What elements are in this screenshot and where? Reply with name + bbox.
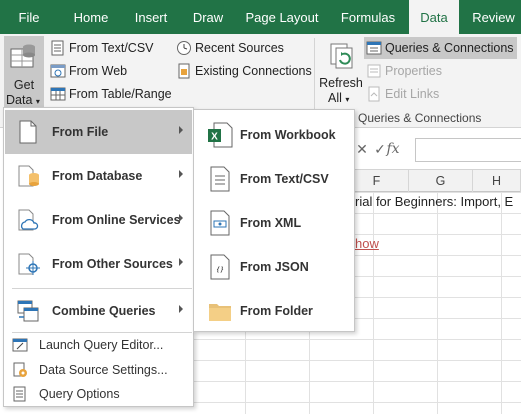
from-table-range-button[interactable]: From Table/Range bbox=[50, 83, 172, 105]
menu-item-combine-queries[interactable]: Combine Queries bbox=[5, 289, 192, 333]
edit-links-button[interactable]: Edit Links bbox=[366, 83, 439, 105]
cloud-icon bbox=[18, 209, 39, 231]
menu-item-data-source-settings[interactable]: Data Source Settings... bbox=[5, 358, 192, 382]
queries-connections-button[interactable]: Queries & Connections bbox=[364, 37, 517, 59]
submenu-arrow-icon bbox=[179, 126, 183, 134]
formula-input[interactable] bbox=[415, 138, 521, 162]
cancel-icon[interactable]: ✕ bbox=[353, 140, 371, 158]
xml-file-icon bbox=[210, 210, 230, 236]
group-label-queries-connections: Queries & Connections bbox=[358, 111, 482, 125]
database-table-icon bbox=[10, 44, 35, 68]
clock-icon bbox=[177, 41, 191, 55]
submenu-arrow-icon bbox=[179, 305, 183, 313]
file-icon bbox=[19, 120, 37, 144]
submenu-item-from-workbook[interactable]: X From Workbook bbox=[195, 113, 353, 157]
get-data-menu: From File From Database From Online Serv… bbox=[3, 107, 194, 407]
existing-connections-button[interactable]: Existing Connections bbox=[176, 60, 312, 82]
excel-workbook-icon: X bbox=[208, 122, 233, 148]
edit-links-icon bbox=[368, 86, 380, 102]
folder-icon bbox=[209, 304, 231, 321]
tab-draw[interactable]: Draw bbox=[182, 0, 234, 34]
database-icon bbox=[18, 165, 39, 187]
submenu-arrow-icon bbox=[179, 170, 183, 178]
refresh-all-button[interactable]: Refresh All ▾ bbox=[319, 38, 363, 108]
text-file-icon bbox=[210, 166, 230, 192]
submenu-item-from-folder[interactable]: From Folder bbox=[195, 289, 353, 333]
menu-item-launch-query-editor[interactable]: Launch Query Editor... bbox=[5, 333, 192, 357]
properties-icon bbox=[367, 64, 381, 78]
submenu-arrow-icon bbox=[179, 214, 183, 222]
text-file-icon bbox=[51, 40, 64, 56]
refresh-label-line2: All ▾ bbox=[328, 91, 350, 105]
web-icon bbox=[50, 64, 66, 78]
tab-home[interactable]: Home bbox=[62, 0, 120, 34]
cell-title-text[interactable]: rial for Beginners: Import, E bbox=[355, 194, 513, 209]
tab-file[interactable]: File bbox=[0, 0, 58, 34]
chevron-down-icon: ▾ bbox=[35, 97, 40, 106]
other-sources-icon bbox=[18, 253, 40, 275]
column-header-g[interactable]: G bbox=[409, 170, 473, 192]
from-web-button[interactable]: From Web bbox=[50, 60, 127, 82]
from-text-csv-button[interactable]: From Text/CSV bbox=[50, 37, 154, 59]
recent-sources-button[interactable]: Recent Sources bbox=[176, 37, 284, 59]
svg-text:X: X bbox=[211, 132, 218, 143]
chevron-down-icon: ▾ bbox=[345, 95, 350, 104]
refresh-icon bbox=[330, 43, 353, 69]
submenu-item-from-json[interactable]: { } From JSON bbox=[195, 245, 353, 289]
tab-formulas[interactable]: Formulas bbox=[332, 0, 404, 34]
json-file-icon: { } bbox=[210, 254, 230, 280]
insert-function-icon[interactable]: fx bbox=[384, 140, 402, 158]
tab-insert[interactable]: Insert bbox=[123, 0, 179, 34]
cell-link[interactable]: how bbox=[355, 236, 379, 251]
svg-text:{ }: { } bbox=[217, 267, 224, 273]
submenu-arrow-icon bbox=[179, 258, 183, 266]
refresh-label-line1: Refresh bbox=[319, 76, 363, 90]
get-data-label-line1: Get bbox=[13, 78, 35, 92]
ribbon-tab-bar: File Home Insert Draw Page Layout Formul… bbox=[0, 0, 521, 34]
menu-item-from-online-services[interactable]: From Online Services bbox=[5, 198, 192, 242]
menu-item-from-other-sources[interactable]: From Other Sources bbox=[5, 242, 192, 286]
menu-item-query-options[interactable]: Query Options bbox=[5, 382, 192, 406]
queries-connections-icon bbox=[366, 41, 382, 55]
query-editor-icon bbox=[12, 338, 28, 352]
column-header-h[interactable]: H bbox=[473, 170, 521, 192]
query-options-icon bbox=[13, 386, 26, 402]
menu-item-from-file[interactable]: From File bbox=[5, 110, 192, 154]
tab-data[interactable]: Data bbox=[409, 0, 459, 34]
table-icon bbox=[50, 87, 66, 101]
get-data-label-line2: Data ▾ bbox=[6, 93, 40, 107]
tab-review[interactable]: Review bbox=[466, 0, 521, 34]
combine-icon bbox=[17, 300, 39, 322]
connections-icon bbox=[178, 63, 190, 79]
submenu-item-from-text-csv[interactable]: From Text/CSV bbox=[195, 157, 353, 201]
properties-button[interactable]: Properties bbox=[366, 60, 442, 82]
tab-page-layout[interactable]: Page Layout bbox=[240, 0, 324, 34]
from-file-submenu: X From Workbook From Text/CSV From XML {… bbox=[193, 109, 355, 332]
get-data-button[interactable]: Get Data ▾ bbox=[4, 36, 44, 108]
menu-item-from-database[interactable]: From Database bbox=[5, 154, 192, 198]
data-source-settings-icon bbox=[13, 362, 27, 377]
submenu-item-from-xml[interactable]: From XML bbox=[195, 201, 353, 245]
